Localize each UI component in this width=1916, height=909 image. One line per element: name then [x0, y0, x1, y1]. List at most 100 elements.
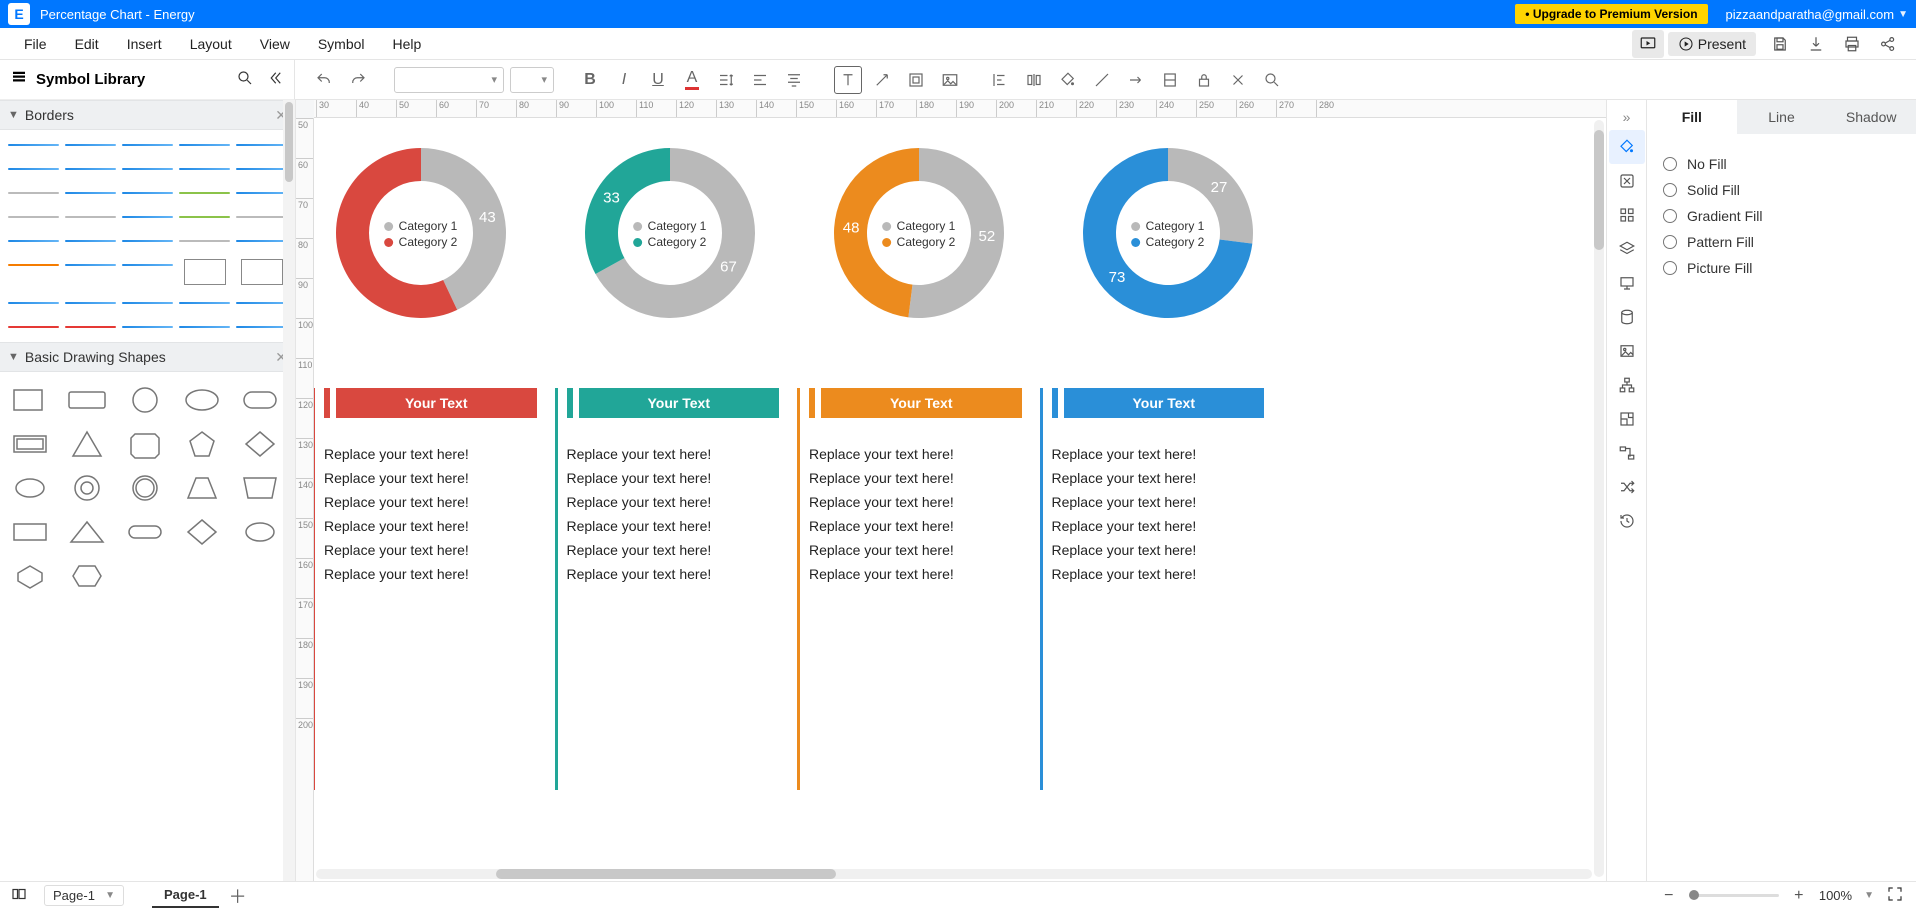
share-icon[interactable]: [1870, 30, 1906, 58]
column-body[interactable]: Replace your text here! Replace your text…: [809, 446, 1022, 582]
menu-view[interactable]: View: [246, 32, 304, 56]
border-swatch[interactable]: [179, 320, 230, 334]
column-text-line[interactable]: Replace your text here!: [1052, 446, 1265, 462]
page-break-icon[interactable]: [1156, 66, 1184, 94]
column-body[interactable]: Replace your text here! Replace your text…: [1052, 446, 1265, 582]
border-swatch[interactable]: [122, 210, 173, 224]
column-header[interactable]: Your Text: [1052, 388, 1265, 418]
border-swatch[interactable]: [179, 162, 230, 176]
column-text-line[interactable]: Replace your text here!: [324, 542, 537, 558]
shape-swatch[interactable]: [180, 384, 224, 416]
border-swatch[interactable]: [179, 210, 230, 224]
page-selector[interactable]: Page-1 ▼: [44, 885, 124, 906]
border-swatch[interactable]: [8, 138, 59, 152]
column-text-line[interactable]: Replace your text here!: [809, 542, 1022, 558]
text-column[interactable]: Your TextReplace your text here!Replace …: [1052, 388, 1265, 590]
pages-panel-icon[interactable]: [10, 885, 28, 906]
download-icon[interactable]: [1798, 30, 1834, 58]
rail-style-icon[interactable]: [1609, 164, 1645, 198]
column-header[interactable]: Your Text: [809, 388, 1022, 418]
shape-swatch[interactable]: [238, 428, 282, 460]
lock-icon[interactable]: [1190, 66, 1218, 94]
section-borders-header[interactable]: ▼ Borders ✕: [0, 100, 295, 130]
shape-swatch[interactable]: [8, 560, 52, 592]
column-text-line[interactable]: Replace your text here!: [324, 446, 537, 462]
canvas-vertical-scrollbar[interactable]: [1594, 120, 1604, 877]
column-text-line[interactable]: Replace your text here!: [809, 518, 1022, 534]
column-header[interactable]: Your Text: [324, 388, 537, 418]
column-text-line[interactable]: Replace your text here!: [324, 566, 537, 582]
shape-swatch[interactable]: [65, 516, 109, 548]
border-swatch[interactable]: [8, 234, 59, 248]
border-swatch[interactable]: [122, 162, 173, 176]
rail-floorplan-icon[interactable]: [1609, 402, 1645, 436]
rail-history-icon[interactable]: [1609, 504, 1645, 538]
border-swatch[interactable]: [236, 186, 287, 200]
italic-icon[interactable]: I: [610, 66, 638, 94]
menu-layout[interactable]: Layout: [176, 32, 246, 56]
border-swatch[interactable]: [8, 210, 59, 224]
border-swatch[interactable]: [236, 296, 287, 310]
shape-swatch[interactable]: [180, 428, 224, 460]
bold-icon[interactable]: B: [576, 66, 604, 94]
collapse-left-panel-icon[interactable]: [266, 69, 284, 91]
chevron-down-icon[interactable]: ▼: [1864, 890, 1874, 901]
container-icon[interactable]: [902, 66, 930, 94]
border-swatch[interactable]: [179, 296, 230, 310]
column-text-line[interactable]: Replace your text here!: [809, 446, 1022, 462]
shape-swatch[interactable]: [123, 516, 167, 548]
text-column[interactable]: Your TextReplace your text here!Replace …: [809, 388, 1022, 590]
font-family-select[interactable]: ▾: [394, 67, 504, 93]
search-icon[interactable]: [1258, 66, 1286, 94]
tools-icon[interactable]: [1224, 66, 1252, 94]
column-text-line[interactable]: Replace your text here!: [567, 446, 780, 462]
column-text-line[interactable]: Replace your text here!: [809, 494, 1022, 510]
rail-data-icon[interactable]: [1609, 300, 1645, 334]
align-vertical-icon[interactable]: [780, 66, 808, 94]
tab-shadow[interactable]: Shadow: [1826, 100, 1916, 134]
line-style-icon[interactable]: [1088, 66, 1116, 94]
canvas-paper[interactable]: 43Category 1Category 26733Category 1Cate…: [314, 118, 1606, 881]
column-text-line[interactable]: Replace your text here!: [324, 470, 537, 486]
print-icon[interactable]: [1834, 30, 1870, 58]
text-column[interactable]: Your Text Replace your text here! Replace …: [324, 388, 537, 590]
fill-option-gradient-fill[interactable]: Gradient Fill: [1663, 208, 1900, 224]
shape-swatch[interactable]: [65, 472, 109, 504]
shape-swatch[interactable]: [123, 428, 167, 460]
column-text-line[interactable]: Replace your text here!: [1052, 470, 1265, 486]
shape-swatch[interactable]: [238, 384, 282, 416]
border-swatch[interactable]: [65, 210, 116, 224]
border-swatch[interactable]: [8, 258, 59, 272]
shape-swatch[interactable]: [65, 560, 109, 592]
column-text-line[interactable]: Replace your text here!: [1052, 518, 1265, 534]
menu-symbol[interactable]: Symbol: [304, 32, 379, 56]
column-text-line[interactable]: Replace your text here!: [1052, 566, 1265, 582]
zoom-in-button[interactable]: +: [1791, 887, 1807, 905]
border-swatch[interactable]: [65, 162, 116, 176]
border-swatch[interactable]: [8, 162, 59, 176]
present-button[interactable]: Present: [1668, 32, 1756, 56]
tab-fill[interactable]: Fill: [1647, 100, 1737, 134]
shape-swatch[interactable]: [8, 384, 52, 416]
border-swatch[interactable]: [122, 320, 173, 334]
menu-help[interactable]: Help: [379, 32, 436, 56]
border-swatch[interactable]: [122, 258, 173, 272]
rail-grid-icon[interactable]: [1609, 198, 1645, 232]
library-search-icon[interactable]: [236, 69, 254, 91]
zoom-slider[interactable]: [1689, 894, 1779, 897]
account-dropdown-icon[interactable]: ▼: [1898, 9, 1908, 20]
donut-chart[interactable]: 2773Category 1Category 2: [1071, 138, 1264, 328]
add-page-button[interactable]: ＋: [229, 883, 247, 909]
save-icon[interactable]: [1762, 30, 1798, 58]
undo-icon[interactable]: [310, 66, 338, 94]
line-spacing-icon[interactable]: [712, 66, 740, 94]
shape-swatch[interactable]: [238, 516, 282, 548]
border-swatch[interactable]: [122, 296, 173, 310]
border-swatch[interactable]: [236, 234, 287, 248]
rail-flow-icon[interactable]: [1609, 436, 1645, 470]
shape-swatch[interactable]: [65, 428, 109, 460]
app-logo[interactable]: E: [8, 3, 30, 25]
column-text-line[interactable]: Replace your text here!: [567, 518, 780, 534]
shape-swatch[interactable]: [8, 516, 52, 548]
fill-option-picture-fill[interactable]: Picture Fill: [1663, 260, 1900, 276]
